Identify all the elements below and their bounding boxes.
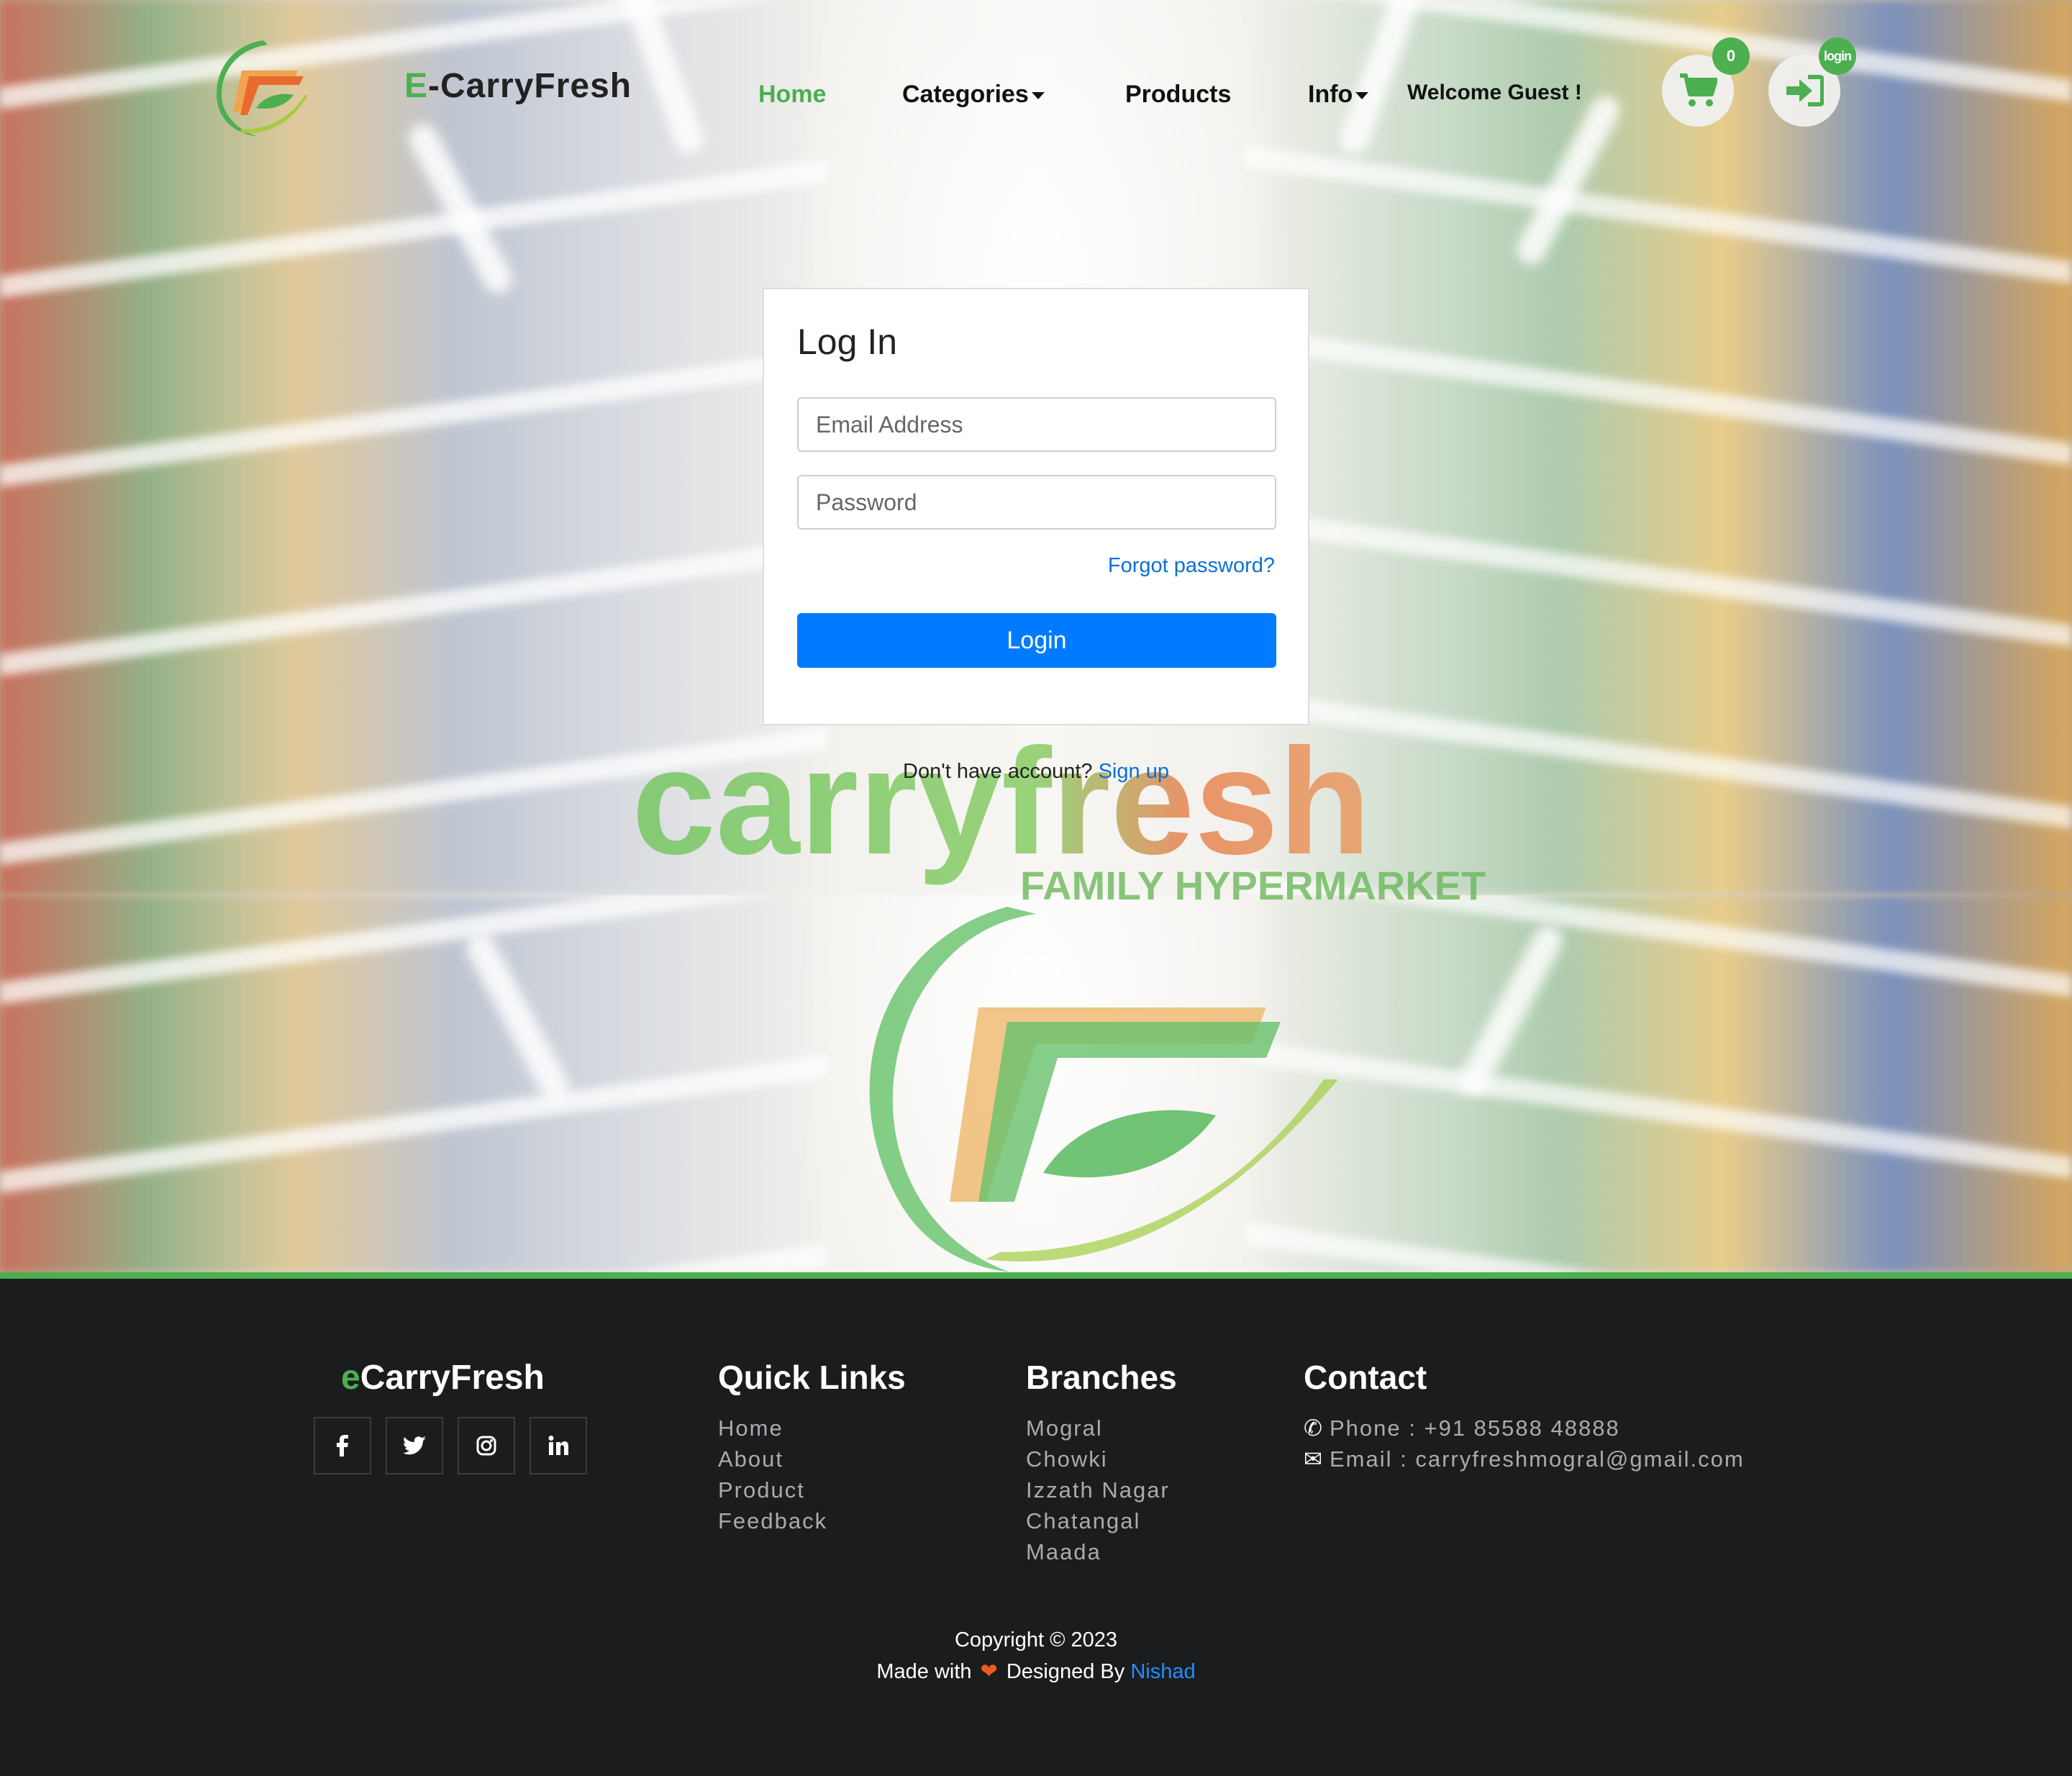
branches-heading: Branches xyxy=(1026,1359,1177,1396)
copyright-text: Copyright © 2023 xyxy=(954,1628,1118,1652)
caret-down-icon xyxy=(1355,92,1369,100)
nav-info[interactable]: Info xyxy=(1308,81,1369,109)
nav-categories[interactable]: Categories xyxy=(902,81,1045,109)
signup-prompt: Don't have account? Sign up xyxy=(903,760,1169,783)
footer: eCarryFresh Quick Links Home About Produ… xyxy=(0,1272,2072,1776)
nav-products[interactable]: Products xyxy=(1125,81,1231,109)
heart-icon: ❤ xyxy=(980,1660,998,1683)
credits-line: Made with ❤ Designed By Nishad xyxy=(876,1660,1196,1683)
login-badge: login xyxy=(1819,37,1856,75)
instagram-icon[interactable] xyxy=(458,1417,515,1474)
sign-in-icon xyxy=(1786,75,1824,107)
cart-count-badge: 0 xyxy=(1712,37,1750,75)
wordmark-tagline: FAMILY HYPERMARKET xyxy=(1020,863,1486,904)
signup-link[interactable]: Sign up xyxy=(1099,760,1169,783)
login-submit-button[interactable]: Login xyxy=(797,613,1276,668)
brand-name[interactable]: E-CarryFresh xyxy=(404,66,632,106)
quick-link-about[interactable]: About xyxy=(718,1444,827,1474)
login-card: Log In Forgot password? Login xyxy=(763,288,1309,725)
nav-home[interactable]: Home xyxy=(758,81,826,109)
linkedin-icon[interactable] xyxy=(530,1417,587,1474)
welcome-text: Welcome Guest ! xyxy=(1407,81,1582,104)
password-field[interactable] xyxy=(797,475,1276,530)
brand-logo[interactable] xyxy=(213,37,309,138)
branch-item[interactable]: Izzath Nagar xyxy=(1026,1474,1170,1505)
cart-icon xyxy=(1680,73,1717,107)
twitter-icon[interactable] xyxy=(386,1417,443,1474)
quick-links-list: Home About Product Feedback xyxy=(718,1413,827,1536)
forgot-password-link[interactable]: Forgot password? xyxy=(1108,554,1275,578)
carryfresh-wordmark: carryfresh FAMILY HYPERMARKET xyxy=(632,731,1486,904)
quick-link-feedback[interactable]: Feedback xyxy=(718,1505,827,1536)
quick-link-product[interactable]: Product xyxy=(718,1474,827,1505)
contact-block: ✆ Phone : +91 85588 48888 ✉ Email : carryf… xyxy=(1304,1413,1745,1474)
branches-list: Mogral Chowki Izzath Nagar Chatangal Maa… xyxy=(1026,1413,1170,1567)
footer-brand: eCarryFresh xyxy=(341,1359,545,1397)
caret-down-icon xyxy=(1031,92,1045,100)
carryfresh-logo-watermark xyxy=(869,907,1338,1272)
branch-item[interactable]: Mogral xyxy=(1026,1413,1170,1444)
email-field[interactable] xyxy=(797,397,1276,452)
quick-link-home[interactable]: Home xyxy=(718,1413,827,1444)
branch-item[interactable]: Chowki xyxy=(1026,1444,1170,1474)
envelope-icon: ✉ xyxy=(1304,1446,1324,1472)
login-title: Log In xyxy=(797,322,898,362)
contact-heading: Contact xyxy=(1304,1359,1427,1396)
designer-link[interactable]: Nishad xyxy=(1130,1660,1195,1683)
contact-email: ✉ Email : carryfreshmogral@gmail.com xyxy=(1304,1444,1745,1474)
contact-phone: ✆ Phone : +91 85588 48888 xyxy=(1304,1413,1745,1444)
branch-item[interactable]: Chatangal xyxy=(1026,1505,1170,1536)
phone-icon: ✆ xyxy=(1304,1415,1324,1441)
branch-item[interactable]: Maada xyxy=(1026,1536,1170,1567)
facebook-icon[interactable] xyxy=(314,1417,371,1474)
quick-links-heading: Quick Links xyxy=(718,1359,906,1396)
